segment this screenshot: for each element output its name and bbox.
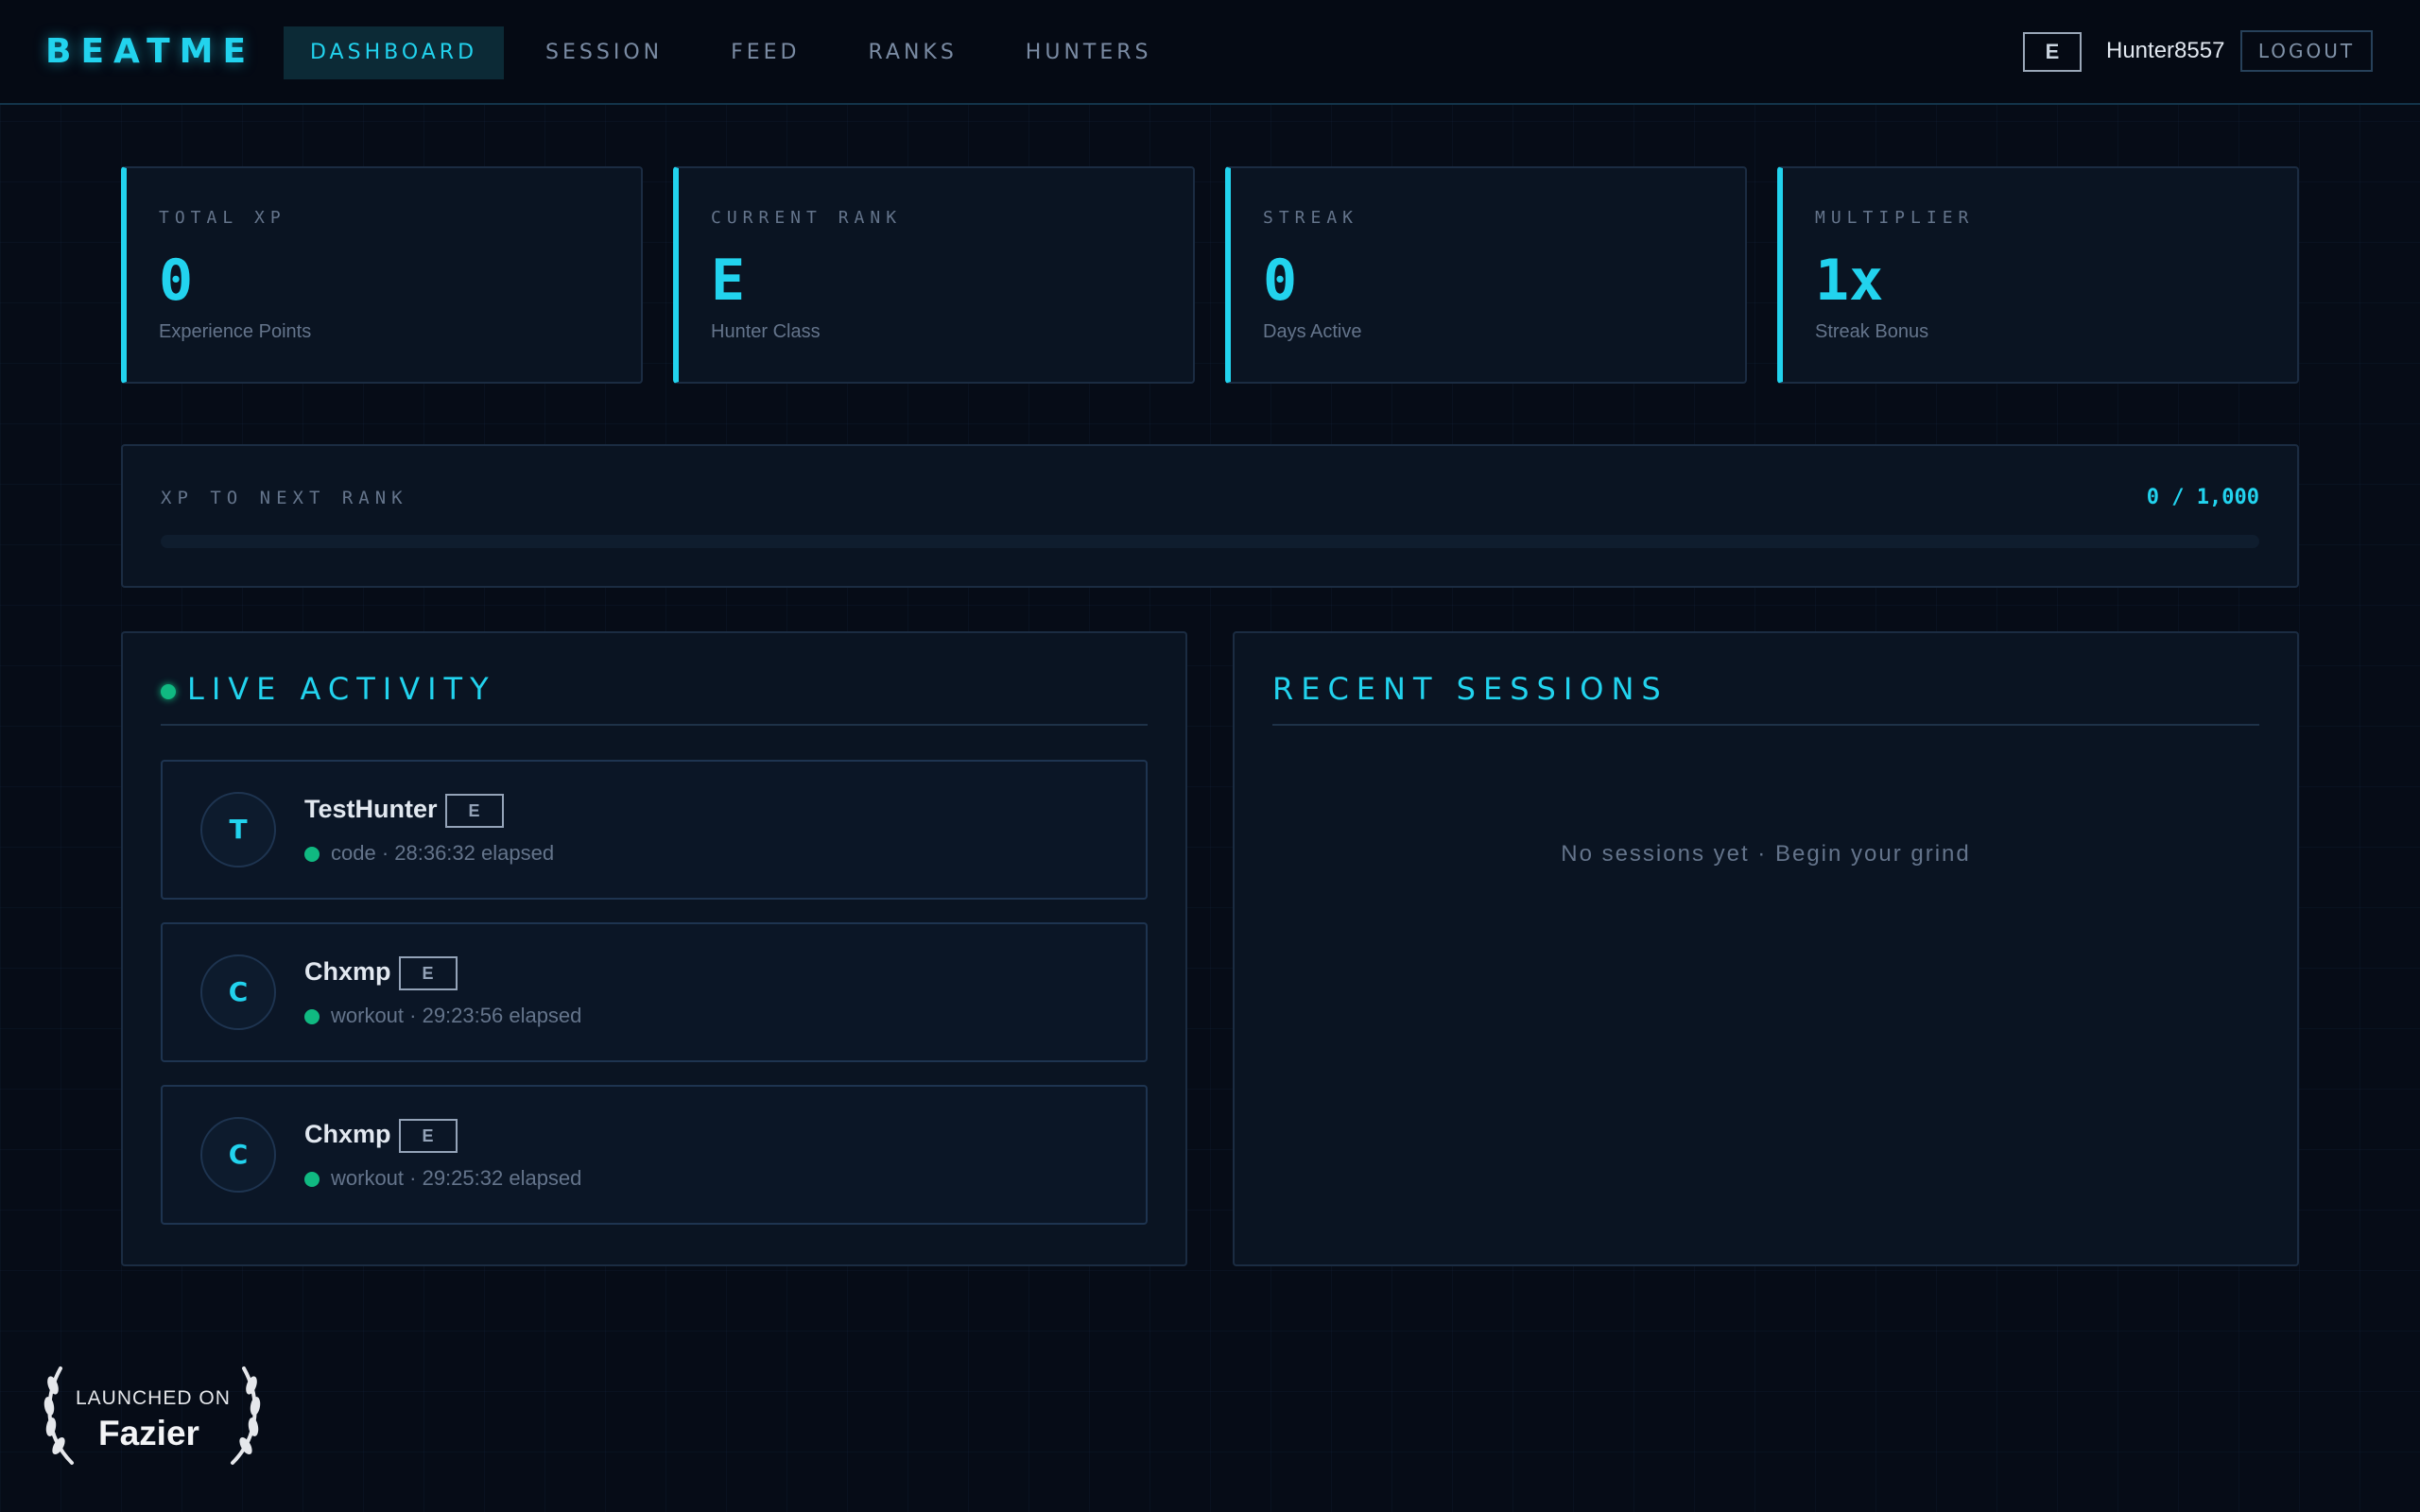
stat-card-current-rank: CURRENT RANK E Hunter Class (673, 166, 1195, 384)
stat-card-total-xp: TOTAL XP 0 Experience Points (121, 166, 643, 384)
logout-button[interactable]: LOGOUT (2240, 30, 2373, 72)
stat-value: 1x (1815, 248, 1884, 314)
activity-status: workout · 29:25:32 elapsed (304, 1166, 581, 1191)
activity-username[interactable]: Chxmp (304, 957, 391, 986)
recent-sessions-panel: RECENT SESSIONS No sessions yet · Begin … (1233, 631, 2299, 1266)
activity-item[interactable]: C Chxmp E workout · 29:25:32 elapsed (161, 1085, 1148, 1225)
avatar: C (200, 1117, 276, 1193)
progress-label: XP TO NEXT RANK (161, 488, 408, 508)
activity-status-text: workout · 29:23:56 elapsed (331, 1004, 582, 1027)
stat-label: STREAK (1263, 208, 1359, 228)
nav-hunters[interactable]: HUNTERS (999, 26, 1179, 79)
stat-value: 0 (1263, 248, 1298, 314)
live-status-icon (304, 1009, 320, 1024)
progress-value: 0 / 1,000 (2146, 486, 2259, 509)
stat-sub: Hunter Class (711, 321, 821, 342)
stat-sub: Streak Bonus (1815, 321, 1929, 342)
username[interactable]: Hunter8557 (2106, 38, 2224, 64)
panel-title: LIVE ACTIVITY (187, 671, 496, 707)
activity-status: workout · 29:23:56 elapsed (304, 1004, 581, 1028)
nav-feed[interactable]: FEED (704, 26, 826, 79)
stat-card-streak: STREAK 0 Days Active (1225, 166, 1747, 384)
nav-session[interactable]: SESSION (519, 26, 689, 79)
activity-username[interactable]: Chxmp (304, 1120, 391, 1148)
rank-badge: E (398, 1119, 458, 1153)
activity-username[interactable]: TestHunter (304, 795, 438, 823)
activity-status-text: code · 28:36:32 elapsed (331, 841, 555, 865)
activity-user: Chxmp E (304, 956, 458, 990)
avatar: T (200, 792, 276, 868)
avatar: C (200, 954, 276, 1030)
nav-ranks[interactable]: RANKS (842, 26, 984, 79)
nav-dashboard[interactable]: DASHBOARD (284, 26, 505, 79)
launch-badge-name: Fazier (98, 1414, 199, 1452)
launch-badge-caption: LAUNCHED ON (76, 1387, 231, 1409)
activity-status: code · 28:36:32 elapsed (304, 841, 554, 866)
user-rank-badge: E (2023, 32, 2082, 72)
stat-value: E (711, 248, 746, 314)
app-logo[interactable]: BEATME (45, 32, 255, 71)
main-nav: DASHBOARD SESSION FEED RANKS HUNTERS (284, 26, 1194, 79)
divider (1272, 724, 2259, 726)
live-status-icon (304, 847, 320, 862)
stat-label: MULTIPLIER (1815, 208, 1975, 228)
stat-label: TOTAL XP (159, 208, 286, 228)
top-navbar: BEATME DASHBOARD SESSION FEED RANKS HUNT… (0, 0, 2420, 105)
stat-card-multiplier: MULTIPLIER 1x Streak Bonus (1777, 166, 2299, 384)
divider (161, 724, 1148, 726)
stat-sub: Experience Points (159, 321, 312, 342)
live-activity-panel: LIVE ACTIVITY T TestHunter E code · 28:36… (121, 631, 1187, 1266)
activity-item[interactable]: T TestHunter E code · 28:36:32 elapsed (161, 760, 1148, 900)
stat-label: CURRENT RANK (711, 208, 903, 228)
empty-sessions-message: No sessions yet · Begin your grind (1561, 841, 1971, 867)
xp-progress-bar (161, 535, 2259, 548)
panel-title: RECENT SESSIONS (1272, 671, 1668, 707)
activity-user: TestHunter E (304, 794, 504, 828)
activity-item[interactable]: C Chxmp E workout · 29:23:56 elapsed (161, 922, 1148, 1062)
activity-status-text: workout · 29:25:32 elapsed (331, 1166, 582, 1190)
stat-value: 0 (159, 248, 194, 314)
rank-badge: E (444, 794, 504, 828)
rank-badge: E (398, 956, 458, 990)
live-status-icon (304, 1172, 320, 1187)
activity-user: Chxmp E (304, 1119, 458, 1153)
live-indicator-icon (161, 684, 176, 699)
launched-on-fazier-badge[interactable]: LAUNCHED ON Fazier (34, 1361, 270, 1474)
xp-progress-panel: XP TO NEXT RANK 0 / 1,000 (121, 444, 2299, 588)
stat-sub: Days Active (1263, 321, 1362, 342)
